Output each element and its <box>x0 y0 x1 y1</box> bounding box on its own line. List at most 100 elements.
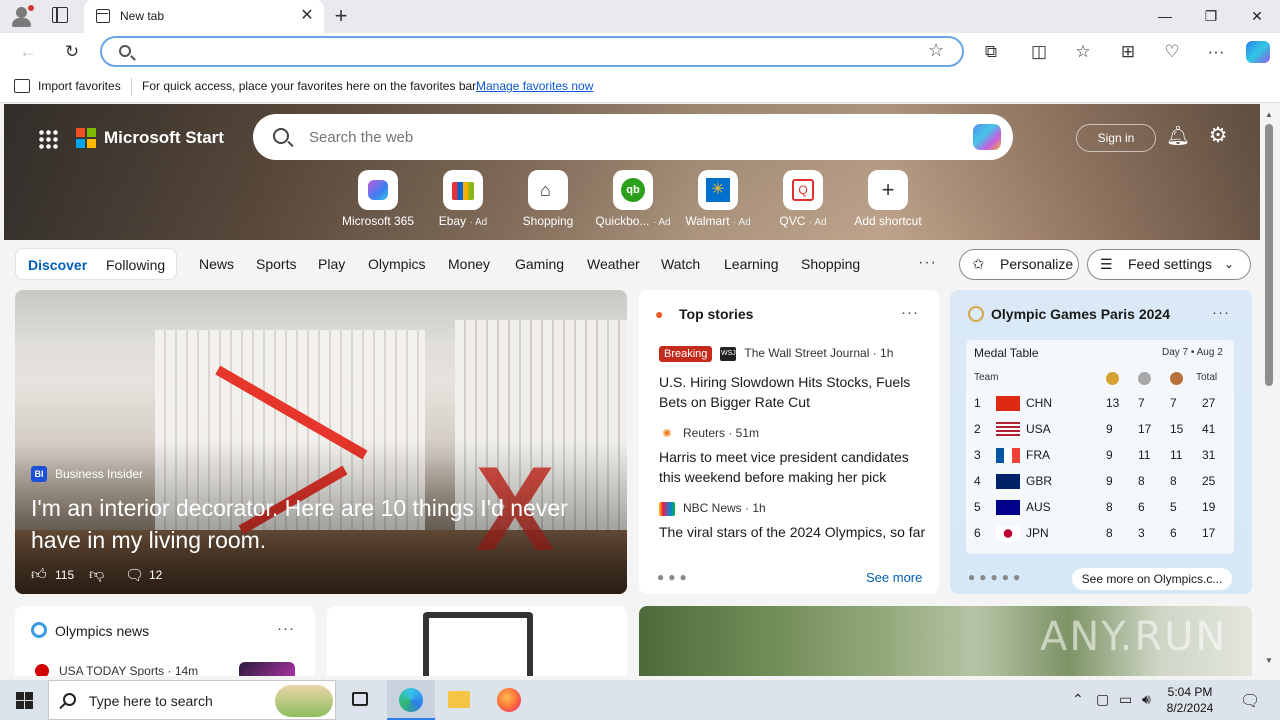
refresh-icon[interactable]: ↻ <box>59 39 85 65</box>
brand-title[interactable]: Microsoft Start <box>104 128 224 148</box>
nav-olympics[interactable]: Olympics <box>368 256 426 272</box>
firefox-icon[interactable] <box>485 680 533 720</box>
article-source[interactable]: Business Insider <box>55 467 143 481</box>
maximize-button[interactable]: ❐ <box>1188 0 1234 32</box>
story-source-label[interactable]: The Wall Street Journal · 1h <box>744 346 893 360</box>
back-icon[interactable]: ← <box>15 39 41 65</box>
more-icon[interactable]: ··· <box>1203 39 1229 65</box>
nav-play[interactable]: Play <box>318 256 345 272</box>
like-icon[interactable]: 👍︎ <box>31 566 47 584</box>
news-thumbnail[interactable] <box>239 662 295 676</box>
address-input[interactable] <box>142 42 902 62</box>
web-search-box[interactable] <box>253 114 1013 160</box>
shortcut-ebay[interactable]: Ebay · Ad <box>423 170 503 232</box>
nav-gaming[interactable]: Gaming <box>515 256 564 272</box>
nav-shopping[interactable]: Shopping <box>801 256 860 272</box>
story-source-label[interactable]: Reuters · 51m <box>683 426 759 440</box>
tab-close-button[interactable]: ✕ <box>297 6 317 26</box>
favorites-icon[interactable]: ☆ <box>1070 39 1096 65</box>
nav-money[interactable]: Money <box>448 256 490 272</box>
import-favorites-icon[interactable] <box>14 79 30 93</box>
sign-in-button[interactable]: Sign in <box>1076 124 1156 152</box>
shortcut-quickbooks[interactable]: qb Quickbo... · Ad <box>593 170 673 232</box>
scroll-down-icon[interactable]: ▼ <box>1264 656 1274 665</box>
top-stories-title[interactable]: Top stories <box>679 306 753 322</box>
olympics-card-title[interactable]: Olympic Games Paris 2024 <box>991 306 1170 322</box>
nav-more-button[interactable]: ··· <box>918 254 937 272</box>
article-headline[interactable]: I'm an interior decorator. Here are 10 t… <box>31 492 621 556</box>
card-more-button[interactable]: ··· <box>901 304 919 321</box>
copilot-icon[interactable] <box>973 124 1001 150</box>
nav-watch[interactable]: Watch <box>661 256 700 272</box>
see-more-olympics-link[interactable]: See more on Olympics.c... <box>1072 568 1232 590</box>
medal-table-row[interactable]: 6 JPN 8 3 6 17 <box>966 520 1234 546</box>
taskbar-clock[interactable]: 5:04 PM 8/2/2024 <box>1150 684 1230 716</box>
network-icon[interactable]: ▭ <box>1119 691 1132 708</box>
notifications-bell-icon[interactable]: 🔔︎ <box>1166 124 1190 148</box>
story-headline[interactable]: The viral stars of the 2024 Olympics, so… <box>659 522 929 542</box>
tab-new-tab[interactable]: New tab ✕ <box>84 0 324 33</box>
medal-table-row[interactable]: 4 GBR 9 8 8 25 <box>966 468 1234 494</box>
see-more-link[interactable]: See more <box>866 570 922 585</box>
manage-favorites-link[interactable]: Manage favorites now <box>476 79 593 93</box>
story-source-label[interactable]: NBC News · 1h <box>683 501 766 515</box>
notification-center-icon[interactable]: 🗨︎ <box>1240 691 1260 711</box>
shortcut-qvc[interactable]: Q QVC · Ad <box>763 170 843 232</box>
nav-learning[interactable]: Learning <box>724 256 779 272</box>
address-bar[interactable]: ☆ <box>100 36 964 67</box>
import-favorites-button[interactable]: Import favorites <box>38 79 121 93</box>
news-item-source[interactable]: USA TODAY Sports · 14m <box>59 664 198 676</box>
scroll-up-icon[interactable]: ▲ <box>1264 110 1274 119</box>
comment-icon[interactable]: 🗨︎ <box>125 566 144 584</box>
extensions-icon[interactable]: ⧉ <box>978 39 1004 65</box>
page-scrollbar[interactable]: ▲ ▼ <box>1262 104 1276 676</box>
nav-sports[interactable]: Sports <box>256 256 296 272</box>
scrollbar-thumb[interactable] <box>1265 124 1273 386</box>
article-card[interactable] <box>327 606 627 676</box>
settings-gear-icon[interactable]: ⚙ <box>1206 123 1230 147</box>
medal-table-row[interactable]: 3 FRA 9 11 11 31 <box>966 442 1234 468</box>
edge-taskbar-icon[interactable] <box>387 680 435 720</box>
task-view-icon[interactable] <box>336 680 384 720</box>
card-more-button[interactable]: ··· <box>277 620 295 637</box>
tab-actions-icon[interactable] <box>52 7 68 23</box>
shortcut-walmart[interactable]: ✳ Walmart · Ad <box>678 170 758 232</box>
new-tab-button[interactable]: + <box>330 4 352 28</box>
medal-table[interactable]: Medal Table Day 7 • Aug 2 Team Total 1 CH… <box>966 340 1234 554</box>
nav-news[interactable]: News <box>199 256 234 272</box>
meet-now-icon[interactable]: ▢ <box>1096 691 1109 708</box>
shortcut-shopping[interactable]: ⌂ Shopping <box>508 170 588 232</box>
copilot-icon[interactable] <box>1246 41 1270 63</box>
nav-weather[interactable]: Weather <box>587 256 640 272</box>
medal-table-row[interactable]: 5 AUS 8 6 5 19 <box>966 494 1234 520</box>
windows-start-icon[interactable] <box>0 680 48 720</box>
taskbar-search[interactable]: Type here to search <box>48 680 336 720</box>
medal-table-row[interactable]: 1 CHN 13 7 7 27 <box>966 390 1234 416</box>
personalize-button[interactable]: ✩ Personalize <box>959 249 1079 280</box>
feed-settings-button[interactable]: ☰ Feed settings ⌄ <box>1087 249 1251 280</box>
shortcut-microsoft-365[interactable]: Microsoft 365 <box>338 170 418 232</box>
tab-following[interactable]: Following <box>106 257 165 273</box>
story-headline[interactable]: Harris to meet vice president candidates… <box>659 447 929 487</box>
hero-article-card[interactable]: X BI Business Insider I'm an interior de… <box>15 290 627 594</box>
story-headline[interactable]: U.S. Hiring Slowdown Hits Stocks, Fuels … <box>659 372 929 412</box>
carousel-dots[interactable]: ●●●●● <box>968 570 1024 584</box>
app-launcher-icon[interactable] <box>38 129 58 149</box>
web-search-input[interactable] <box>309 127 909 147</box>
show-hidden-icons-icon[interactable]: ⌃ <box>1072 691 1084 708</box>
olympics-news-title[interactable]: Olympics news <box>55 623 149 639</box>
minimize-button[interactable]: — <box>1142 0 1188 32</box>
medal-table-row[interactable]: 2 USA 9 17 15 41 <box>966 416 1234 442</box>
split-screen-icon[interactable]: ◫ <box>1026 39 1052 65</box>
performance-icon[interactable]: ♡ <box>1159 39 1185 65</box>
star-icon[interactable]: ☆ <box>928 40 944 61</box>
file-explorer-icon[interactable] <box>435 680 483 720</box>
tab-discover[interactable]: Discover <box>28 257 87 273</box>
card-more-button[interactable]: ··· <box>1212 304 1230 321</box>
dislike-icon[interactable]: 👎︎ <box>89 566 104 584</box>
close-window-button[interactable]: ✕ <box>1234 0 1280 32</box>
collections-icon[interactable]: ⊞ <box>1115 39 1141 65</box>
profile-icon[interactable] <box>10 5 34 27</box>
add-shortcut-button[interactable]: + Add shortcut <box>848 170 928 232</box>
carousel-dots[interactable]: ●●● <box>657 570 691 584</box>
